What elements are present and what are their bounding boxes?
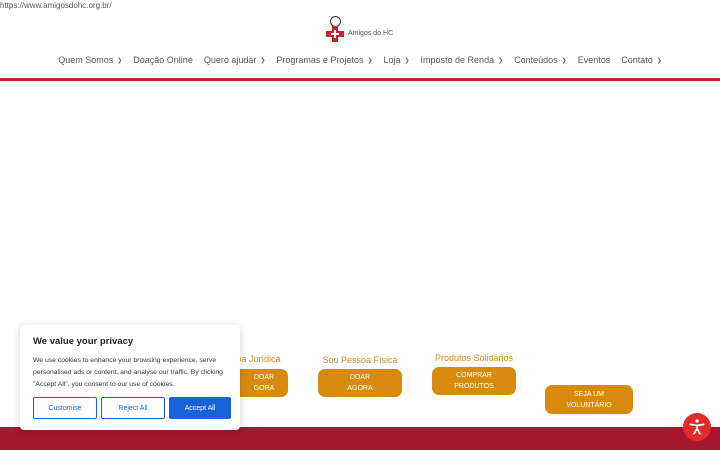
cta-pessoa-fisica: Sou Pessoa Física DOAR AGORA (318, 355, 402, 397)
status-url: https://www.amigosdohc.org.br/ (0, 0, 115, 11)
cta-produtos-title: Produtos Solidários (434, 353, 514, 363)
accessibility-button[interactable] (683, 413, 711, 441)
cookie-accept-button[interactable]: Accept All (169, 397, 231, 419)
nav-label: Loja (383, 55, 401, 65)
chevron-down-icon: ❯ (498, 57, 504, 64)
nav-label: Doação Online (133, 55, 193, 65)
nav-item-programas-projetos[interactable]: Programas e Projetos ❯ (271, 55, 378, 65)
cta-voluntario: SEJA UM VOLUNTÁRIO (545, 385, 633, 414)
cta-buy-products-button[interactable]: COMPRAR PRODUTOS (432, 367, 516, 395)
nav-item-quero-ajudar[interactable]: Quero ajudar ❯ (198, 55, 271, 65)
nav-item-loja[interactable]: Loja ❯ (378, 55, 415, 65)
main-nav: Quem Somos ❯ Doação Online Quero ajudar ❯ … (0, 52, 720, 68)
cta-fisica-donate-button[interactable]: DOAR AGORA (318, 369, 402, 397)
cta-produtos-btn-line1: COMPRAR (456, 372, 492, 379)
cta-juridica-btn-line1: DOAR (253, 374, 275, 381)
cta-juridica-btn-line2: GORA (253, 385, 275, 392)
nav-label: Quero ajudar (203, 55, 257, 65)
cookie-description: We use cookies to enhance your browsing … (33, 357, 223, 388)
cookie-customise-button[interactable]: Customise (33, 397, 97, 419)
cta-voluntario-btn-line1: SEJA UM (574, 390, 604, 398)
cta-volunteer-button[interactable]: SEJA UM VOLUNTÁRIO (545, 385, 633, 414)
header-divider (0, 78, 720, 81)
chevron-down-icon: ❯ (117, 57, 123, 64)
chevron-down-icon: ❯ (260, 57, 266, 64)
cta-produtos-btn-line2: PRODUTOS (454, 383, 494, 390)
accessibility-icon (689, 419, 705, 435)
cta-fisica-btn-line2: AGORA (347, 385, 373, 392)
nav-item-contato[interactable]: Contato ❯ (616, 55, 668, 65)
cookie-actions: Customise Reject All Accept All (33, 397, 231, 419)
nav-item-imposto-renda[interactable]: Imposto de Renda ❯ (415, 55, 509, 65)
nav-item-eventos[interactable]: Eventos (572, 55, 616, 65)
logo-mark-icon (326, 16, 344, 42)
nav-label: Eventos (577, 55, 611, 65)
cookie-title: We value your privacy (33, 336, 134, 347)
nav-label: Contato (621, 55, 653, 65)
nav-item-quem-somos[interactable]: Quem Somos ❯ (53, 55, 128, 65)
cta-fisica-btn-line1: DOAR (349, 374, 371, 381)
cta-voluntario-btn-line2: VOLUNTÁRIO (566, 401, 612, 409)
chevron-down-icon: ❯ (656, 57, 662, 64)
cookie-consent-banner: We value your privacy We use cookies to … (20, 325, 240, 430)
cta-produtos-solidarios: Produtos Solidários COMPRAR PRODUTOS (432, 353, 516, 395)
chevron-down-icon: ❯ (404, 57, 410, 64)
nav-label: Conteúdos (514, 55, 558, 65)
footer-band (0, 427, 720, 450)
nav-label: Programas e Projetos (276, 55, 364, 65)
nav-item-doacao-online[interactable]: Doação Online (128, 55, 199, 65)
nav-item-conteudos[interactable]: Conteúdos ❯ (509, 55, 573, 65)
cta-juridica-title: soa Jurídica (232, 354, 281, 364)
nav-label: Imposto de Renda (420, 55, 495, 65)
chevron-down-icon: ❯ (367, 57, 373, 64)
cookie-reject-button[interactable]: Reject All (101, 397, 165, 419)
chevron-down-icon: ❯ (561, 57, 567, 64)
logo-text: Amigos do HC (348, 29, 394, 37)
site-logo[interactable]: Amigos do HC (326, 16, 393, 42)
nav-label: Quem Somos (58, 55, 114, 65)
cta-fisica-title: Sou Pessoa Física (322, 355, 398, 365)
